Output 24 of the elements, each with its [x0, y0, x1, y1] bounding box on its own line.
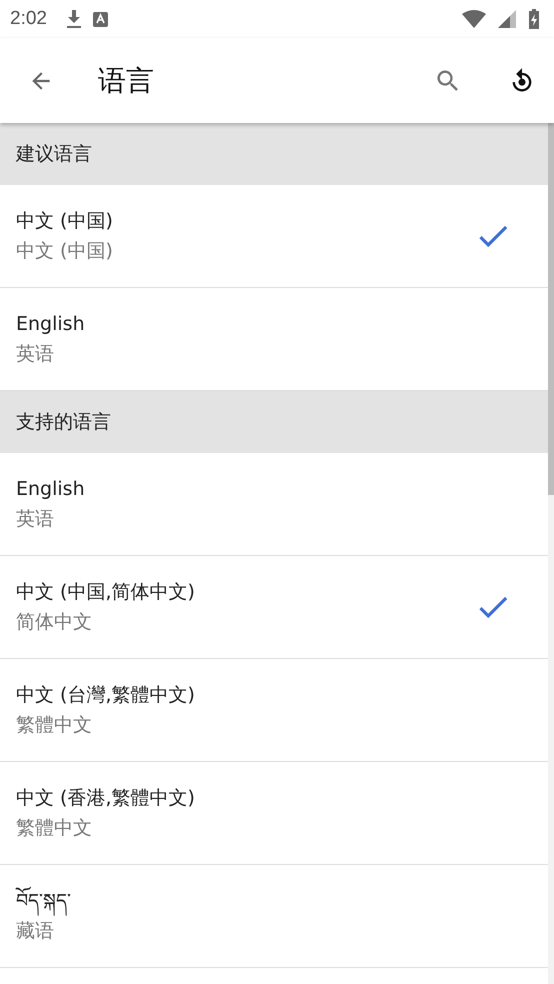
- language-subtitle: 中文 (中国): [16, 239, 113, 264]
- language-subtitle: 繁體中文: [16, 713, 92, 738]
- language-name: བོད་སྐད་: [16, 888, 71, 914]
- wifi-icon: [462, 10, 486, 28]
- language-name: 中文 (中国): [16, 209, 113, 234]
- language-subtitle: 英语: [16, 342, 54, 367]
- language-subtitle: 藏语: [16, 919, 54, 944]
- language-name: 中文 (台灣,繁體中文): [16, 683, 195, 708]
- language-subtitle: 英语: [16, 507, 54, 532]
- section-header: 建议语言: [0, 123, 548, 185]
- language-name: 中文 (中国,简体中文): [16, 580, 195, 605]
- scrollbar-thumb[interactable]: [548, 123, 554, 495]
- language-name: English: [16, 477, 85, 502]
- language-subtitle: 简体中文: [16, 610, 92, 635]
- download-icon: [66, 10, 81, 28]
- language-subtitle: 繁體中文: [16, 816, 92, 841]
- screen-title: 语言: [98, 62, 155, 98]
- language-name: English: [16, 312, 85, 337]
- status-time: 2:02: [10, 8, 47, 30]
- section-header: 支持的语言: [0, 391, 548, 453]
- signal-icon: [498, 10, 516, 28]
- app-notification-icon: [92, 12, 108, 26]
- battery-icon: [528, 9, 540, 29]
- language-name: 中文 (香港,繁體中文): [16, 786, 195, 811]
